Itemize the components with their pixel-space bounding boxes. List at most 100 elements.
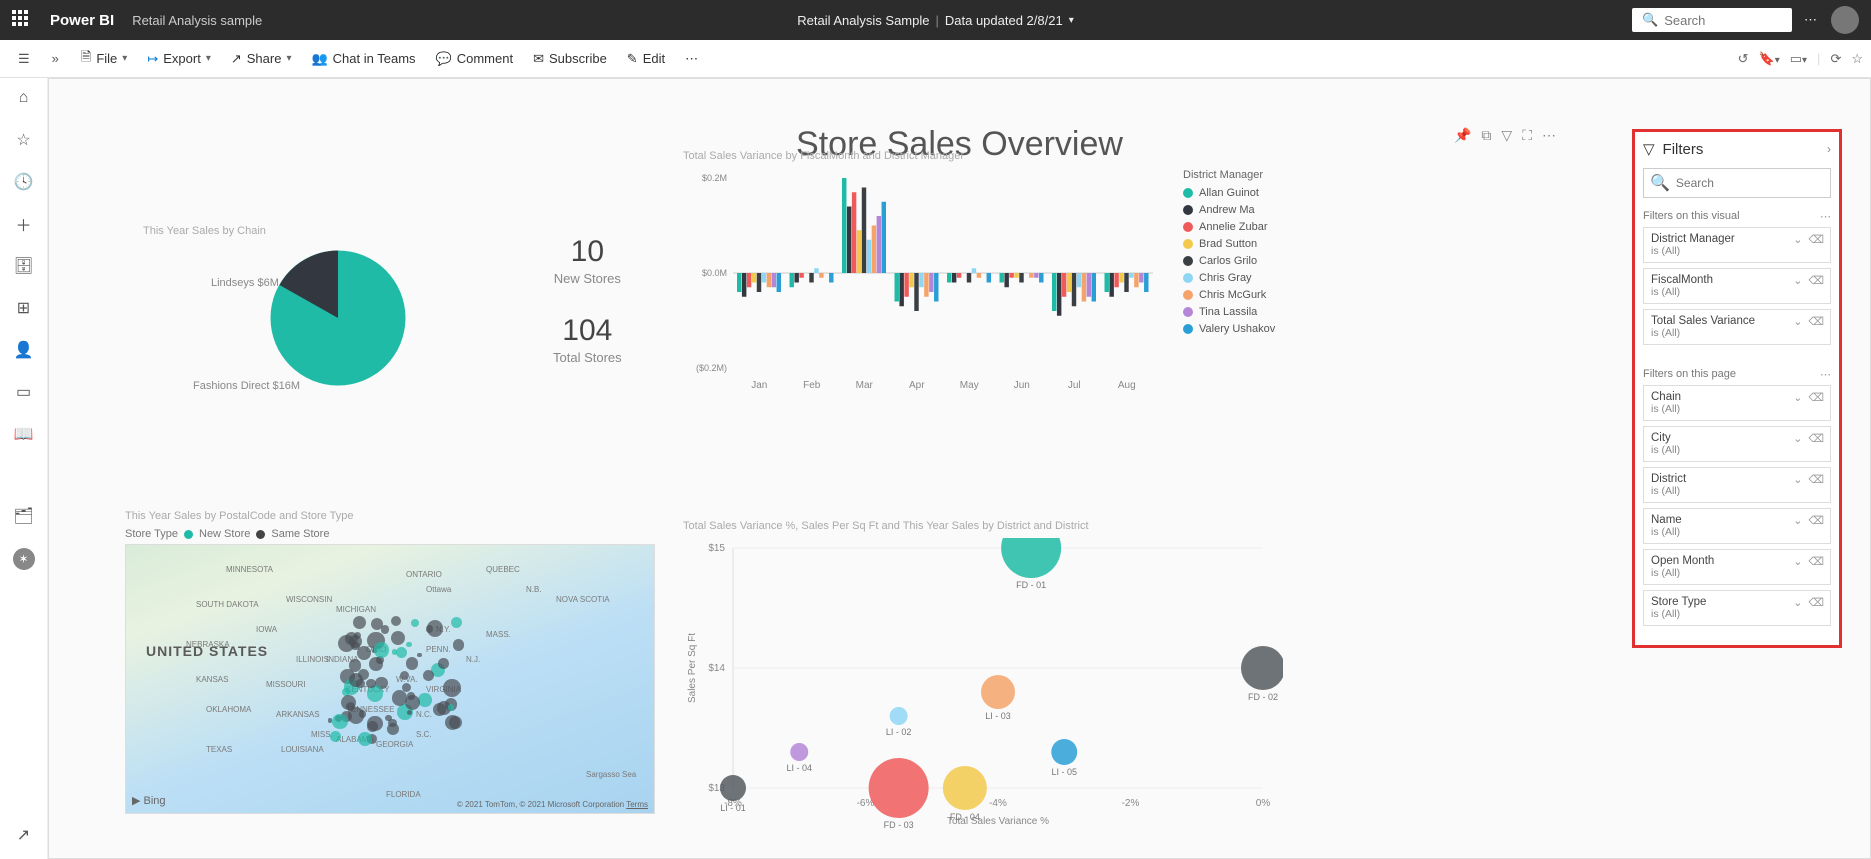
map-bubble[interactable] xyxy=(332,714,348,730)
map-bubble[interactable] xyxy=(417,653,421,657)
global-search[interactable]: 🔍 xyxy=(1632,8,1792,32)
focus-icon[interactable]: ⛶ xyxy=(1522,127,1532,144)
chevron-down-icon[interactable]: ⌄ xyxy=(1793,391,1802,404)
clear-filter-icon[interactable]: ⌫ xyxy=(1808,233,1824,246)
create-icon[interactable]: ＋ xyxy=(14,214,34,234)
clear-filter-icon[interactable]: ⌫ xyxy=(1808,596,1824,609)
legend-item[interactable]: Chris Gray xyxy=(1183,272,1275,284)
clear-filter-icon[interactable]: ⌫ xyxy=(1808,473,1824,486)
filter-card[interactable]: Chainis (All)⌄⌫ xyxy=(1643,385,1831,421)
app-launcher-icon[interactable] xyxy=(12,10,32,30)
refresh-icon[interactable]: ⟳ xyxy=(1830,51,1841,67)
legend-item[interactable]: Allan Guinot xyxy=(1183,187,1275,199)
filter-card[interactable]: FiscalMonthis (All)⌄⌫ xyxy=(1643,268,1831,304)
favorites-icon[interactable]: ☆ xyxy=(14,130,34,150)
clear-filter-icon[interactable]: ⌫ xyxy=(1808,315,1824,328)
more-toolbar-icon[interactable]: ⋯ xyxy=(677,47,706,71)
map-bubble[interactable] xyxy=(449,716,462,729)
chevron-down-icon[interactable]: ⌄ xyxy=(1793,596,1802,609)
map-bubble[interactable] xyxy=(392,690,408,706)
datasets-icon[interactable]: 🗄 xyxy=(14,256,34,276)
map-tile[interactable]: This Year Sales by PostalCode and Store … xyxy=(125,510,655,814)
chevron-down-icon[interactable]: ⌄ xyxy=(1793,514,1802,527)
scatter-chart-tile[interactable]: Total Sales Variance %, Sales Per Sq Ft … xyxy=(683,520,1293,820)
chevron-down-icon[interactable]: ⌄ xyxy=(1793,315,1802,328)
map-bubble[interactable] xyxy=(396,647,407,658)
map-bubble[interactable] xyxy=(367,721,378,732)
pin-icon[interactable]: 📌 xyxy=(1454,127,1471,144)
filters-collapse-icon[interactable]: › xyxy=(1827,142,1831,156)
map-bubble[interactable] xyxy=(448,704,454,710)
chevron-down-icon[interactable]: ⌄ xyxy=(1793,233,1802,246)
map-bubble[interactable] xyxy=(358,732,372,746)
map-bubble[interactable] xyxy=(418,693,431,706)
legend-item[interactable]: Chris McGurk xyxy=(1183,289,1275,301)
section-more-icon[interactable]: ⋯ xyxy=(1820,210,1831,223)
shared-icon[interactable]: 👤 xyxy=(14,340,34,360)
map-bubble[interactable] xyxy=(388,719,396,727)
filter-card[interactable]: Cityis (All)⌄⌫ xyxy=(1643,426,1831,462)
map-bubble[interactable] xyxy=(330,731,341,742)
expand-icon[interactable]: ↗ xyxy=(14,825,34,845)
map-bubble[interactable] xyxy=(411,619,419,627)
legend-item[interactable]: Tina Lassila xyxy=(1183,306,1275,318)
apps-icon[interactable]: ⊞ xyxy=(14,298,34,318)
clear-filter-icon[interactable]: ⌫ xyxy=(1808,514,1824,527)
recent-icon[interactable]: 🕓 xyxy=(14,172,34,192)
map-bubble[interactable] xyxy=(406,642,412,648)
deployment-icon[interactable]: ✶ xyxy=(13,548,35,570)
legend-item[interactable]: Carlos Grilo xyxy=(1183,255,1275,267)
filter-icon[interactable]: ▽ xyxy=(1501,127,1512,144)
clear-filter-icon[interactable]: ⌫ xyxy=(1808,555,1824,568)
map-bubble[interactable] xyxy=(443,679,461,697)
global-search-input[interactable] xyxy=(1664,13,1782,28)
map-bubble[interactable] xyxy=(353,616,366,629)
copy-icon[interactable]: ⧉ xyxy=(1481,127,1491,144)
filter-card[interactable]: Store Typeis (All)⌄⌫ xyxy=(1643,590,1831,626)
filter-card[interactable]: Total Sales Varianceis (All)⌄⌫ xyxy=(1643,309,1831,345)
clear-filter-icon[interactable]: ⌫ xyxy=(1808,274,1824,287)
map-bubble[interactable] xyxy=(374,642,389,657)
filters-search[interactable]: 🔍 xyxy=(1643,168,1831,198)
legend-item[interactable]: Valery Ushakov xyxy=(1183,323,1275,335)
map-bubble[interactable] xyxy=(427,620,443,636)
chevron-down-icon[interactable]: ▾ xyxy=(1069,15,1074,26)
workspace-switch-icon[interactable]: 🗂 xyxy=(14,506,34,526)
filters-search-input[interactable] xyxy=(1676,176,1824,190)
map-bubble[interactable] xyxy=(391,616,401,626)
filter-card[interactable]: Nameis (All)⌄⌫ xyxy=(1643,508,1831,544)
chevron-down-icon[interactable]: ⌄ xyxy=(1793,432,1802,445)
chat-teams-button[interactable]: 👥Chat in Teams xyxy=(303,47,423,71)
filter-card[interactable]: District Manageris (All)⌄⌫ xyxy=(1643,227,1831,263)
more-menu-icon[interactable]: ⋯ xyxy=(1804,12,1819,28)
filter-card[interactable]: Open Monthis (All)⌄⌫ xyxy=(1643,549,1831,585)
map-bubble[interactable] xyxy=(451,617,462,628)
breadcrumb[interactable]: Retail Analysis sample xyxy=(132,13,262,28)
chevron-down-icon[interactable]: ⌄ xyxy=(1793,274,1802,287)
pie-chart-tile[interactable]: This Year Sales by Chain Lindseys $6M Fa… xyxy=(133,225,473,393)
bar-chart-tile[interactable]: Total Sales Variance by FiscalMonth and … xyxy=(683,150,1263,420)
map-bubble[interactable] xyxy=(406,657,419,670)
dataset-header[interactable]: Retail Analysis Sample | Data updated 2/… xyxy=(797,13,1073,28)
nav-toggle-icon[interactable]: ☰ xyxy=(8,45,40,73)
visual-more-icon[interactable]: ⋯ xyxy=(1542,127,1556,144)
learn-icon[interactable]: ▭ xyxy=(14,382,34,402)
clear-filter-icon[interactable]: ⌫ xyxy=(1808,391,1824,404)
map-terms-link[interactable]: Terms xyxy=(626,800,648,809)
workspaces-icon[interactable]: 📖 xyxy=(14,424,34,444)
edit-button[interactable]: ✎Edit xyxy=(619,47,673,71)
chevron-down-icon[interactable]: ⌄ xyxy=(1793,555,1802,568)
export-menu[interactable]: ↦Export▾ xyxy=(139,47,219,71)
comment-button[interactable]: 💬Comment xyxy=(428,47,522,71)
favorite-star-icon[interactable]: ☆ xyxy=(1851,51,1863,67)
map-bubble[interactable] xyxy=(407,692,415,700)
clear-filter-icon[interactable]: ⌫ xyxy=(1808,432,1824,445)
map-bubble[interactable] xyxy=(438,658,449,669)
map-bubble[interactable] xyxy=(369,657,382,670)
reset-icon[interactable]: ↺ xyxy=(1738,51,1749,67)
legend-item[interactable]: Andrew Ma xyxy=(1183,204,1275,216)
map-bubble[interactable] xyxy=(391,631,405,645)
expand-chevron-icon[interactable]: » xyxy=(42,45,69,72)
map-bubble[interactable] xyxy=(407,710,412,715)
share-menu[interactable]: ↗Share▾ xyxy=(223,47,300,71)
